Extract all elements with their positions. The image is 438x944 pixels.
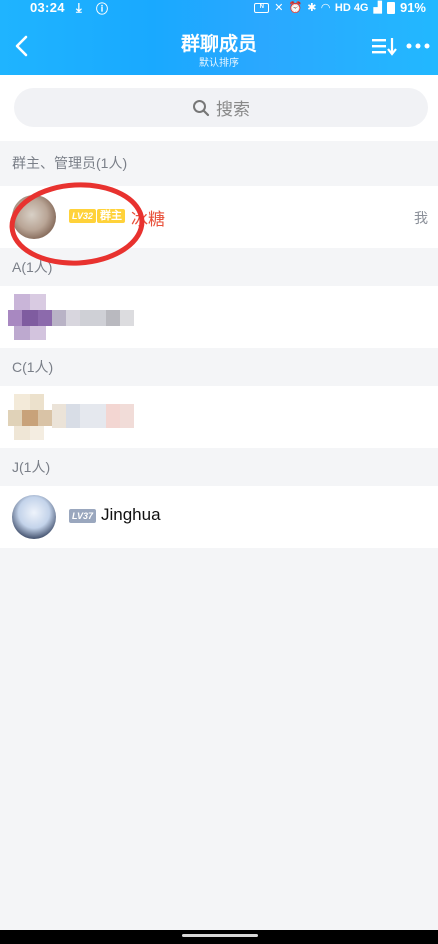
- search-placeholder: 搜索: [216, 100, 250, 119]
- bluetooth-icon: ✱: [307, 2, 317, 14]
- battery-percent: 91%: [399, 0, 426, 15]
- back-button[interactable]: [10, 32, 36, 60]
- header-bar: 03:24 ⤓ ⓘ N ✕ ⏰ ✱ ◠ HD 4G ▟ 91% 群聊成员 默认排…: [0, 0, 438, 75]
- avatar: [12, 495, 56, 539]
- member-row[interactable]: LV37 Jinghua: [0, 486, 438, 548]
- wifi-icon: ◠: [321, 2, 330, 14]
- level-badge: LV37: [69, 509, 97, 523]
- download-icon: ⤓: [76, 0, 82, 15]
- more-dots-icon: [406, 43, 430, 49]
- section-header-c: C(1人): [12, 359, 54, 375]
- alarm-icon: ⏰: [288, 2, 303, 14]
- avatar: [12, 195, 56, 239]
- member-name: Jinghua: [101, 505, 161, 524]
- level-badge: LV32: [69, 209, 97, 223]
- sort-button[interactable]: [370, 34, 398, 58]
- status-time: 03:24: [30, 0, 65, 15]
- info-icon: ⓘ: [96, 2, 109, 16]
- search-icon: [193, 99, 210, 116]
- member-row[interactable]: [0, 286, 438, 348]
- status-icons: N ✕ ⏰ ✱ ◠ HD 4G ▟ 91%: [254, 0, 426, 15]
- more-button[interactable]: [404, 34, 432, 58]
- member-row[interactable]: LV32 群主 冰糖 我: [0, 186, 438, 248]
- self-tag: 我: [414, 210, 428, 226]
- owner-role-badge: 群主: [97, 209, 125, 223]
- signal-icon: ▟: [373, 2, 382, 14]
- mute-icon: ✕: [274, 2, 284, 14]
- member-name: 冰糖: [131, 210, 165, 229]
- search-input[interactable]: 搜索: [14, 88, 428, 127]
- chevron-left-icon: [15, 35, 28, 57]
- title-bar: 群聊成员 默认排序: [0, 18, 438, 75]
- battery-icon: [386, 1, 395, 14]
- status-bar: 03:24 ⤓ ⓘ N ✕ ⏰ ✱ ◠ HD 4G ▟ 91%: [0, 0, 438, 18]
- home-gesture-handle[interactable]: [182, 934, 258, 937]
- member-row[interactable]: [0, 386, 438, 448]
- nfc-icon: N: [254, 2, 270, 13]
- section-header-admins: 群主、管理员(1人): [12, 155, 128, 171]
- network-label: HD 4G: [334, 1, 369, 14]
- section-header-a: A(1人): [12, 259, 53, 275]
- sort-icon: [372, 38, 397, 56]
- search-area: 搜索: [0, 75, 438, 141]
- section-header-j: J(1人): [12, 459, 51, 475]
- system-nav-bar: [0, 930, 438, 944]
